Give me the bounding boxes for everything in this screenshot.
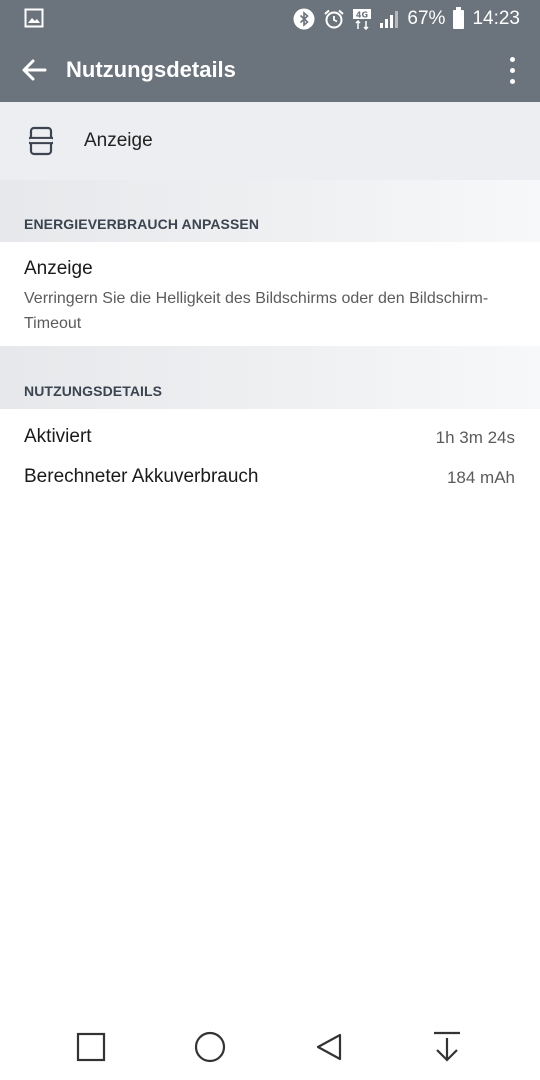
- recents-button[interactable]: [66, 1022, 116, 1072]
- back-nav-button[interactable]: [304, 1022, 354, 1072]
- display-icon: [28, 126, 54, 161]
- setting-title: Anzeige: [24, 258, 93, 279]
- setting-item-display[interactable]: Anzeige Verringern Sie die Helligkeit de…: [0, 242, 540, 346]
- status-bar: 4G 67% 14:23: [0, 0, 540, 38]
- detail-value: 184 mAh: [446, 468, 515, 487]
- recents-square-icon: [76, 1032, 106, 1062]
- status-icons: 4G 67% 14:23: [293, 0, 520, 38]
- signal-icon: [379, 9, 399, 29]
- section-header-usage: NUTZUNGSDETAILS: [0, 346, 540, 409]
- section-header-text: NUTZUNGSDETAILS: [24, 383, 163, 399]
- detail-row-active: Aktiviert 1h 3m 24s: [0, 418, 540, 458]
- navigation-bar: [0, 1010, 540, 1080]
- more-vert-icon: [509, 56, 515, 62]
- section-header-text: ENERGIEVERBRAUCH ANPASSEN: [24, 216, 260, 232]
- back-triangle-icon: [316, 1033, 342, 1061]
- detail-row-battery: Berechneter Akkuverbrauch 184 mAh: [0, 458, 540, 498]
- page-title: Nutzungsdetails: [66, 57, 236, 82]
- more-vert-dot: [509, 78, 515, 84]
- network-4g-icon: 4G: [353, 8, 372, 30]
- clock: 14:23: [472, 8, 520, 29]
- arrow-back-icon: [22, 59, 47, 81]
- section-header-adjust: ENERGIEVERBRAUCH ANPASSEN: [0, 180, 540, 242]
- detail-label: Aktiviert: [24, 426, 92, 447]
- home-circle-icon: [194, 1031, 226, 1063]
- alarm-icon: [323, 8, 345, 30]
- battery-icon: [453, 6, 465, 29]
- screen: 4G 67% 14:23 Nutzungsdetails Anzeige ENE…: [0, 0, 540, 1080]
- detail-value: 1h 3m 24s: [435, 428, 515, 447]
- setting-description: Verringern Sie die Helligkeit des Bildsc…: [24, 290, 489, 332]
- more-vert-dot: [509, 67, 515, 73]
- app-row: Anzeige: [0, 102, 540, 180]
- image-notification-icon: [24, 8, 44, 33]
- more-options-button[interactable]: [502, 50, 522, 90]
- app-name: Anzeige: [84, 130, 153, 151]
- back-button[interactable]: [14, 50, 54, 90]
- home-button[interactable]: [185, 1022, 235, 1072]
- detail-label: Berechneter Akkuverbrauch: [24, 466, 259, 487]
- app-bar: Nutzungsdetails: [0, 38, 540, 102]
- bluetooth-icon: [293, 8, 315, 30]
- notification-pull-button[interactable]: [422, 1022, 472, 1072]
- notification-pull-icon: [434, 1031, 460, 1062]
- battery-percent: 67%: [407, 8, 446, 29]
- svg-text:4G: 4G: [356, 11, 368, 20]
